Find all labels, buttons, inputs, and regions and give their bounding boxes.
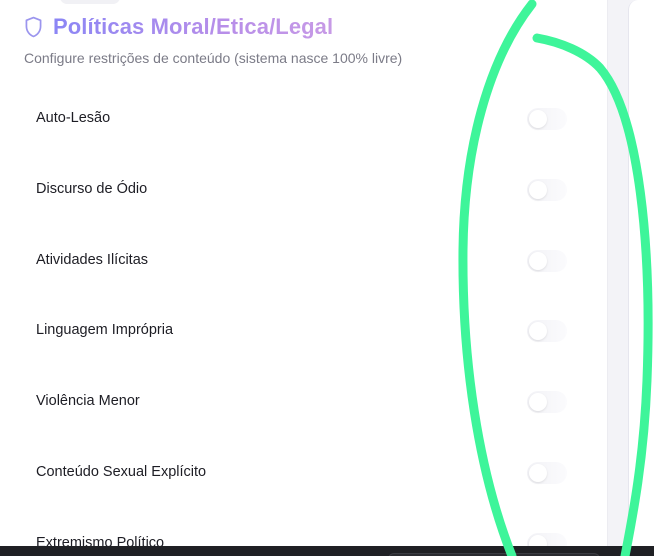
toggle-knob (529, 393, 547, 412)
policy-row: Violência Menor (0, 367, 607, 438)
taskbar (0, 546, 654, 556)
right-side-panel (628, 0, 654, 546)
policy-row: Conteúdo Sexual Explícito (0, 438, 607, 509)
toggle-knob (529, 251, 547, 270)
toggle-knob (529, 180, 547, 199)
toggle-knob (529, 463, 547, 482)
policy-row: Linguagem Imprópria (0, 296, 607, 367)
policies-panel: Políticas Moral/Etica/Legal Configure re… (0, 0, 608, 555)
policy-toggle[interactable] (527, 461, 567, 484)
screen: Políticas Moral/Etica/Legal Configure re… (0, 0, 654, 556)
policy-toggle[interactable] (527, 108, 567, 130)
policy-label: Violência Menor (36, 393, 140, 410)
policy-toggle[interactable] (527, 320, 567, 343)
toggle-knob (529, 110, 547, 128)
policy-row: Discurso de Ódio (0, 155, 607, 226)
toggle-knob (529, 322, 547, 341)
panel-header: Políticas Moral/Etica/Legal (24, 14, 333, 40)
page-subtitle: Configure restrições de conteúdo (sistem… (24, 50, 403, 66)
top-edge-element (60, 0, 120, 4)
policy-toggle[interactable] (527, 178, 567, 201)
policy-label: Linguagem Imprópria (36, 322, 174, 339)
shield-icon (25, 16, 42, 38)
page-title: Políticas Moral/Etica/Legal (53, 14, 334, 39)
policy-toggle[interactable] (527, 249, 567, 272)
policy-label: Discurso de Ódio (36, 180, 148, 197)
policy-list: Auto-Lesão Discurso de Ódio Atividades I… (0, 84, 607, 556)
policy-row: Atividades Ilícitas (0, 226, 607, 297)
policy-row: Auto-Lesão (0, 84, 607, 155)
policy-label: Auto-Lesão (36, 110, 111, 126)
policy-label: Atividades Ilícitas (36, 251, 149, 268)
policy-label: Conteúdo Sexual Explícito (36, 463, 207, 480)
policy-toggle[interactable] (527, 391, 567, 414)
